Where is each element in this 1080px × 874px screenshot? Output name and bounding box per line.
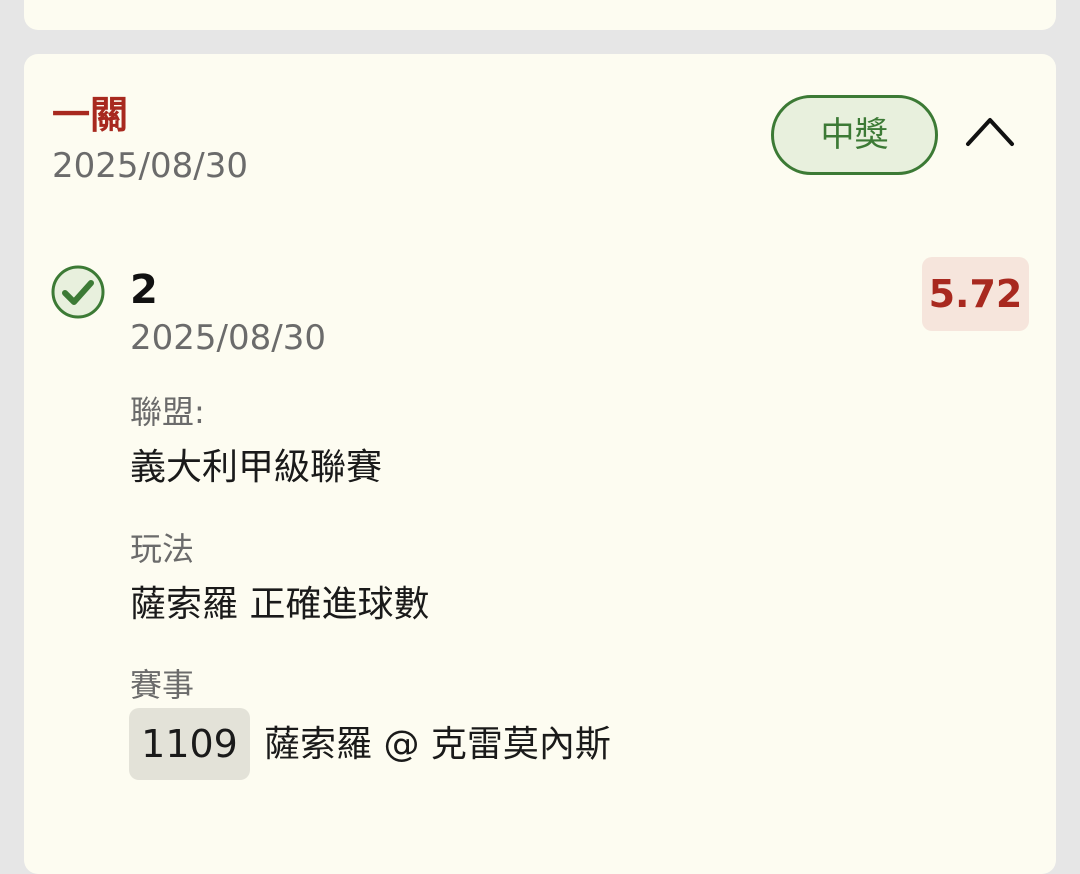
league-value: 義大利甲級聯賽: [130, 447, 383, 488]
selection-value: 2: [130, 267, 158, 313]
match-number-badge: 1109: [129, 708, 250, 780]
play-value: 薩索羅 正確進球數: [130, 584, 430, 625]
match-label: 賽事: [130, 666, 195, 704]
league-label: 聯盟:: [130, 393, 205, 431]
match-teams: 薩索羅 @ 克雷莫內斯: [264, 724, 611, 765]
previous-bet-card: [24, 0, 1056, 30]
bet-type: 一關: [52, 93, 129, 137]
collapse-button[interactable]: [962, 106, 1018, 156]
check-circle-icon: [50, 264, 106, 320]
status-badge: 中獎: [771, 95, 938, 175]
bet-date: 2025/08/30: [52, 146, 248, 186]
odds-badge: 5.72: [922, 257, 1029, 331]
bet-card: 一關 2025/08/30 中獎 2 2025/08/30 5.72 聯盟: 義…: [24, 54, 1056, 874]
play-label: 玩法: [130, 530, 195, 568]
selection-date: 2025/08/30: [130, 318, 326, 358]
chevron-up-icon: [966, 118, 1014, 146]
